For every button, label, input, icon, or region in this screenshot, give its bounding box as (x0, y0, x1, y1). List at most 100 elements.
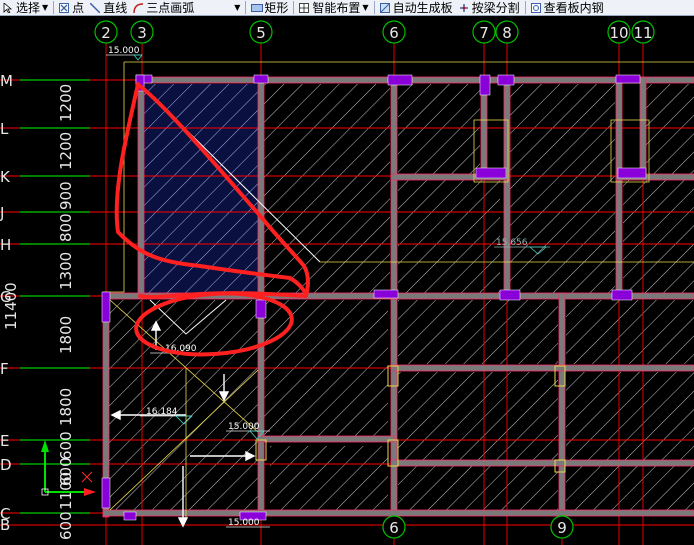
axis-bubble[interactable]: 6 (382, 20, 406, 44)
point-tool[interactable]: 点 (56, 0, 87, 15)
wall[interactable] (137, 76, 145, 297)
chevron-down-icon[interactable]: ▼ (42, 3, 48, 12)
axis-bubble-label: 9 (557, 519, 567, 537)
slab[interactable] (398, 300, 558, 364)
top-axis-bubbles: 2 3 5 6 7 8 10 11 (94, 20, 655, 44)
split-by-beam-tool[interactable]: 按梁分割 (456, 0, 523, 15)
axis-bubble[interactable]: 11 (631, 20, 655, 44)
column[interactable] (101, 477, 111, 509)
slab[interactable] (398, 466, 558, 510)
arc-tool-label: 三点画弧 (146, 1, 195, 15)
smart-layout-tool[interactable]: 智能布置 ▼ (296, 0, 371, 15)
axis-label-j: J (0, 204, 4, 222)
wall[interactable] (639, 76, 647, 178)
view-rebar-icon (530, 2, 541, 13)
line-tool[interactable]: 直线 (87, 0, 130, 15)
slab[interactable] (646, 84, 694, 176)
axis-bubble[interactable]: 9 (550, 515, 574, 539)
left-axis-ticks (20, 79, 90, 514)
axis-bubble[interactable]: 3 (130, 20, 154, 44)
view-rebar-tool[interactable]: 查看板内钢 (528, 0, 607, 15)
auto-slab-icon (379, 2, 390, 13)
dimension-label: 800 (57, 213, 75, 242)
drawing-canvas[interactable]: 15.000 16.090 16.184 15.000 15.000 15.65… (0, 16, 694, 545)
wall[interactable] (390, 459, 694, 467)
column[interactable] (499, 289, 521, 301)
dimension-label: 1800 (57, 388, 75, 426)
column[interactable] (497, 74, 515, 86)
slab[interactable] (623, 180, 694, 294)
slab[interactable] (270, 446, 388, 512)
elevation-label: 15.000 (108, 46, 140, 56)
smart-layout-icon (299, 2, 310, 13)
axis-bubble-label: 2 (101, 24, 111, 42)
bottom-axis-bubbles: 6 9 (382, 515, 574, 539)
total-dimension-label: 11400 (2, 282, 20, 330)
slab[interactable] (566, 466, 694, 510)
axis-bubble-label: 11 (633, 24, 652, 42)
axis-bubble[interactable]: 7 (472, 20, 496, 44)
axis-bubble-label: 6 (389, 519, 399, 537)
rectangle-icon (251, 2, 264, 12)
axis-bubble[interactable]: 8 (495, 20, 519, 44)
chevron-down-icon[interactable]: ▼ (362, 3, 368, 12)
select-arrow-icon (3, 1, 13, 14)
axis-label-l: L (0, 120, 9, 138)
wall[interactable] (257, 435, 395, 443)
slab[interactable] (398, 180, 500, 294)
axis-bubble-label: 10 (609, 24, 628, 42)
wall[interactable] (390, 364, 694, 372)
arc-tool[interactable]: 三点画弧 ▼ (130, 0, 243, 15)
select-tool[interactable]: 选择 ▼ (0, 0, 51, 15)
dimension-label: 600 (57, 431, 75, 460)
view-rebar-tool-label: 查看板内钢 (543, 1, 604, 15)
point-icon (59, 2, 70, 13)
column[interactable] (617, 167, 647, 179)
axis-bubble[interactable]: 2 (94, 20, 118, 44)
axis-label-m: M (0, 72, 13, 90)
axis-bubble[interactable]: 10 (607, 20, 631, 44)
toolbar-separator (53, 1, 55, 14)
rectangle-tool[interactable]: 矩形 (248, 0, 291, 15)
slab[interactable] (143, 84, 261, 293)
toolbar-separator (245, 1, 247, 14)
wall[interactable] (137, 76, 694, 84)
auto-slab-tool[interactable]: 自动生成板 (377, 0, 456, 15)
dimension-label: 600 (57, 511, 75, 540)
column[interactable] (255, 299, 267, 319)
column[interactable] (479, 74, 491, 96)
column[interactable] (101, 291, 111, 323)
elevation-label: 16.184 (146, 407, 178, 417)
chevron-down-icon[interactable]: ▼ (234, 3, 240, 12)
slab[interactable] (398, 84, 480, 176)
column[interactable] (475, 167, 507, 179)
elevation-label: 15.000 (228, 518, 260, 528)
column[interactable] (611, 289, 633, 301)
line-tool-label: 直线 (103, 1, 128, 15)
column[interactable] (387, 74, 413, 86)
slab[interactable] (566, 300, 694, 364)
slab[interactable] (398, 372, 558, 460)
column[interactable] (615, 74, 641, 84)
wall[interactable] (558, 292, 566, 518)
axis-label-b: B (0, 516, 10, 534)
slab[interactable] (566, 372, 694, 460)
toolbar-separator (524, 1, 526, 14)
wall[interactable] (615, 76, 623, 297)
rectangle-tool-label: 矩形 (264, 1, 289, 15)
axis-bubble[interactable]: 6 (382, 515, 406, 539)
axis-label-f: F (0, 360, 9, 378)
column[interactable] (373, 289, 399, 299)
wall[interactable] (503, 76, 511, 297)
axis-bubble[interactable]: 5 (249, 20, 273, 44)
split-by-beam-icon (459, 2, 469, 12)
dimension-label: 1100 (57, 472, 75, 510)
wall[interactable] (102, 509, 694, 517)
axis-bubble-label: 5 (256, 24, 266, 42)
column[interactable] (123, 511, 137, 521)
dimension-label: 1200 (57, 132, 75, 170)
auto-slab-tool-label: 自动生成板 (392, 1, 453, 15)
axis-bubble-label: 8 (502, 24, 512, 42)
column[interactable] (253, 74, 269, 84)
slab[interactable] (510, 84, 615, 294)
